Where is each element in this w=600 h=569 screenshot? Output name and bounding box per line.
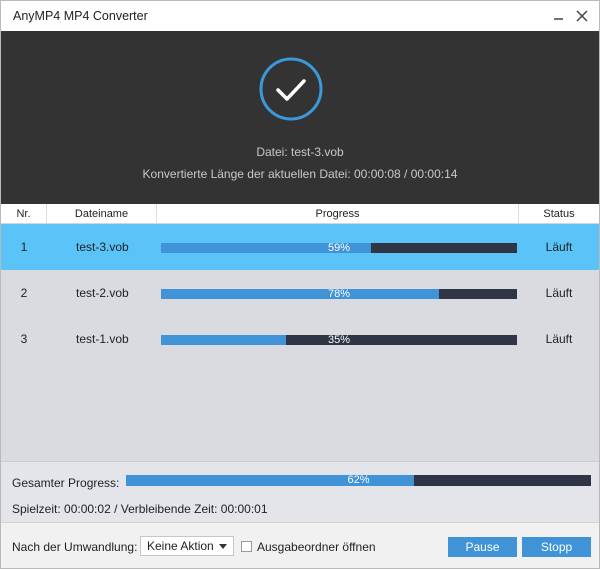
file-status: Läuft — [545, 240, 573, 254]
file-status: Läuft — [545, 332, 573, 346]
table-row[interactable]: 2 test-2.vob 78% Läuft — [1, 270, 599, 316]
file-progress-label: 78% — [327, 288, 351, 300]
file-name: test-2.vob — [76, 286, 129, 300]
conversion-status-panel: Datei: test-3.vob Konvertierte Länge der… — [1, 31, 599, 204]
close-button[interactable] — [572, 6, 592, 26]
file-progress-bar: 35% — [161, 334, 517, 346]
table-row[interactable]: 3 test-1.vob 35% Läuft — [1, 316, 599, 362]
footer-bar: Nach der Umwandlung: Keine Aktion Ausgab… — [1, 522, 599, 568]
after-conversion-select[interactable]: Keine Aktion — [140, 536, 234, 556]
summary-panel: Gesamter Progress: 62% Spielzeit: 00:00:… — [1, 461, 599, 522]
open-output-folder-checkbox[interactable] — [241, 541, 252, 552]
table-header: Nr. Dateiname Progress Status — [1, 204, 599, 224]
after-conversion-value: Keine Aktion — [147, 539, 214, 553]
file-progress-bar: 59% — [161, 242, 517, 254]
table-row[interactable]: 1 test-3.vob 59% Läuft — [1, 224, 599, 270]
checkmark-circle-icon — [259, 57, 323, 121]
column-header-status: Status — [543, 208, 575, 220]
total-progress-label: Gesamter Progress: — [12, 476, 120, 490]
window-title: AnyMP4 MP4 Converter — [13, 9, 148, 23]
file-status: Läuft — [545, 286, 573, 300]
title-bar: AnyMP4 MP4 Converter — [1, 1, 599, 31]
file-name: test-3.vob — [76, 240, 129, 254]
total-progress-bar: 62% — [126, 474, 591, 486]
open-output-folder-label[interactable]: Ausgabeordner öffnen — [257, 540, 376, 554]
row-number: 2 — [20, 286, 28, 300]
pause-button[interactable]: Pause — [448, 537, 517, 557]
minimize-icon — [554, 18, 563, 20]
file-list: 1 test-3.vob 59% Läuft 2 test-2.vob 78% … — [1, 224, 599, 461]
column-header-filename: Dateiname — [47, 204, 157, 224]
converter-window: AnyMP4 MP4 Converter Datei: test-3.vob K… — [0, 0, 600, 569]
column-header-progress: Progress — [157, 204, 519, 224]
file-progress-bar: 78% — [161, 288, 517, 300]
time-info: Spielzeit: 00:00:02 / Verbleibende Zeit:… — [12, 502, 268, 516]
file-progress-label: 59% — [327, 242, 351, 254]
file-progress-label: 35% — [327, 334, 351, 346]
row-number: 1 — [20, 240, 28, 254]
minimize-button[interactable] — [549, 6, 569, 26]
chevron-down-icon — [219, 544, 227, 549]
current-file-text: Datei: test-3.vob — [256, 145, 344, 159]
stop-button[interactable]: Stopp — [522, 537, 591, 557]
close-icon — [576, 10, 588, 22]
row-number: 3 — [20, 332, 28, 346]
converted-length-text: Konvertierte Länge der aktuellen Datei: … — [142, 167, 458, 181]
total-progress-percent: 62% — [347, 474, 370, 486]
file-name: test-1.vob — [76, 332, 129, 346]
after-conversion-label: Nach der Umwandlung: — [12, 540, 138, 554]
column-header-nr: Nr. — [1, 204, 47, 224]
